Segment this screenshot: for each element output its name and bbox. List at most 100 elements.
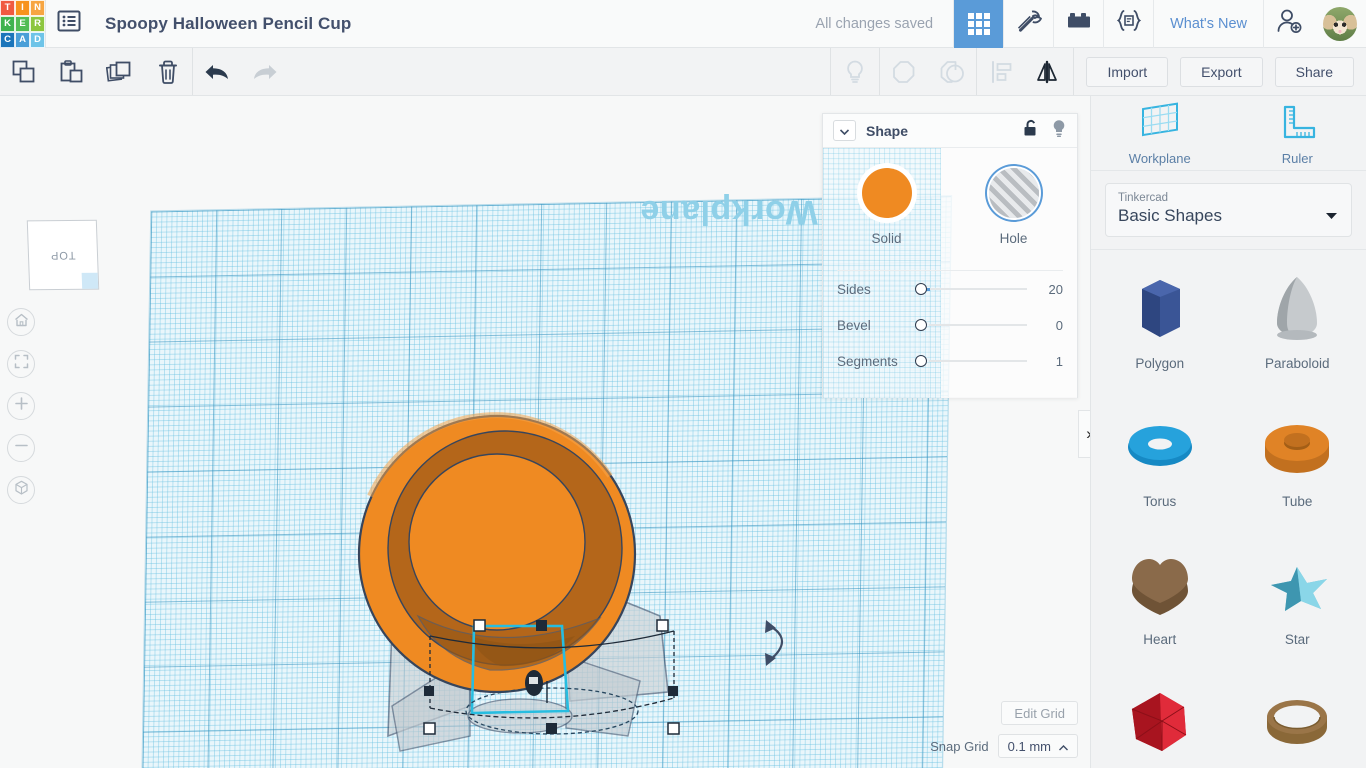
slider-knob[interactable] <box>915 319 927 331</box>
shape-inspector-panel: Shape Solid Hole Sides 20 Bevel 0 Segmen… <box>822 113 1078 398</box>
hole-swatch[interactable] <box>988 168 1039 218</box>
lightbulb-button <box>831 48 879 95</box>
delete-button[interactable] <box>144 48 192 95</box>
slider-track <box>929 324 1027 326</box>
export-button[interactable]: Export <box>1180 56 1263 87</box>
shape-torus[interactable]: Torus <box>1091 388 1229 526</box>
solid-swatch[interactable] <box>861 168 912 218</box>
tinkercad-logo[interactable]: T I N K E R C A D <box>0 0 45 48</box>
shape-tube[interactable]: Tube <box>1229 388 1366 526</box>
library-group-label: Tinkercad <box>1118 192 1169 204</box>
bevel-value[interactable]: 0 <box>1033 318 1063 333</box>
tube-thumb <box>1249 406 1345 488</box>
shape-polygon[interactable]: Polygon <box>1091 250 1229 388</box>
mode-button-3d-design[interactable] <box>953 0 1004 48</box>
whats-new-link[interactable]: What's New <box>1153 0 1263 48</box>
shape-star[interactable]: Star <box>1229 526 1366 664</box>
logo-tile: E <box>15 15 30 32</box>
shape-icosahedron[interactable]: Icosahedron <box>1091 664 1229 768</box>
view-cube-corner[interactable] <box>81 272 99 289</box>
chevron-up-icon <box>1059 739 1068 754</box>
sidebar-tools: Workplane Ruler <box>1091 96 1366 171</box>
codeblocks-icon <box>1115 9 1143 38</box>
slider-knob[interactable] <box>915 283 927 295</box>
top-bar-right: All changes saved What's New <box>795 0 1366 48</box>
shapes-sidebar: Workplane Ruler Tinkercad Basic Shapes P… <box>1090 96 1366 768</box>
shape-library-select[interactable]: Tinkercad Basic Shapes <box>1105 183 1352 237</box>
star-thumb <box>1249 544 1345 626</box>
minus-icon <box>14 438 29 458</box>
solid-mode-option[interactable]: Solid <box>823 168 950 246</box>
mode-button-codeblocks[interactable] <box>1103 0 1153 48</box>
shape-paraboloid[interactable]: Paraboloid <box>1229 250 1366 388</box>
bevel-slider[interactable] <box>915 317 1033 333</box>
shape-mode-selector: Solid Hole <box>823 148 1077 252</box>
zoom-out-button[interactable] <box>7 434 35 462</box>
ruler-tool-label: Ruler <box>1281 150 1313 166</box>
library-value: Basic Shapes <box>1118 206 1222 225</box>
fit-icon <box>14 354 29 374</box>
workplane-tool[interactable]: Workplane <box>1091 96 1229 170</box>
toolbar-divider <box>1073 48 1075 95</box>
duplicate-button[interactable] <box>96 48 144 95</box>
edit-toolbar: Import Export Share <box>0 48 1366 96</box>
fit-to-view-button[interactable] <box>7 350 35 378</box>
ring-thumb <box>1249 682 1345 764</box>
mirror-button[interactable] <box>1025 48 1073 95</box>
undo-button[interactable] <box>193 48 241 95</box>
library-select-wrap: Tinkercad Basic Shapes <box>1091 171 1366 249</box>
shape-heart-label: Heart <box>1143 631 1177 647</box>
lightbulb-icon[interactable] <box>1051 119 1067 143</box>
copy-button[interactable] <box>0 48 48 95</box>
icosahedron-thumb <box>1112 682 1208 764</box>
shape-tube-label: Tube <box>1282 493 1313 509</box>
shape-panel-header: Shape <box>823 114 1077 148</box>
invite-people-button[interactable] <box>1263 0 1313 48</box>
sides-slider[interactable] <box>915 281 1033 297</box>
brick-icon <box>1066 11 1092 36</box>
mode-button-blocks[interactable] <box>1053 0 1103 48</box>
page-title[interactable]: Spoopy Halloween Pencil Cup <box>105 14 351 34</box>
shape-heart[interactable]: Heart <box>1091 526 1229 664</box>
unlock-icon[interactable] <box>1023 119 1039 142</box>
ruler-icon <box>1249 101 1345 143</box>
hole-mode-option[interactable]: Hole <box>950 168 1077 246</box>
workplane-tool-label: Workplane <box>1128 150 1191 166</box>
share-button[interactable]: Share <box>1274 56 1354 87</box>
ruler-tool[interactable]: Ruler <box>1229 96 1366 170</box>
import-button[interactable]: Import <box>1086 56 1169 87</box>
shape-polygon-label: Polygon <box>1135 355 1185 371</box>
group-button <box>880 48 928 95</box>
solid-mode-label: Solid <box>871 231 902 246</box>
ungroup-button <box>928 48 976 95</box>
zoom-in-button[interactable] <box>7 392 35 420</box>
home-view-button[interactable] <box>7 308 35 336</box>
segments-label: Segments <box>837 353 898 369</box>
project-list-button[interactable] <box>45 0 91 48</box>
shape-panel-collapse-button[interactable] <box>833 120 856 141</box>
cube-icon <box>14 480 29 501</box>
orthographic-toggle-button[interactable] <box>7 476 35 504</box>
paste-button[interactable] <box>48 48 96 95</box>
logo-tile: D <box>30 31 45 48</box>
avatar[interactable] <box>1323 6 1357 41</box>
shape-ring[interactable]: Ring <box>1229 664 1366 768</box>
list-icon <box>57 10 81 37</box>
slider-knob[interactable] <box>915 355 927 367</box>
shape-panel-actions <box>1023 119 1067 143</box>
segments-slider[interactable] <box>915 353 1033 369</box>
logo-tile: I <box>15 0 30 16</box>
grid-controls: Edit Grid Snap Grid 0.1 mm <box>930 701 1078 758</box>
align-button <box>977 48 1025 95</box>
edit-grid-button[interactable]: Edit Grid <box>1001 701 1078 725</box>
mode-button-minecraft[interactable] <box>1003 0 1053 48</box>
shape-paraboloid-label: Paraboloid <box>1264 355 1330 371</box>
sides-value[interactable]: 20 <box>1033 282 1063 297</box>
view-cube[interactable]: TOP <box>26 219 100 291</box>
snap-grid-select[interactable]: 0.1 mm <box>997 734 1078 758</box>
paraboloid-thumb <box>1249 268 1345 350</box>
torus-thumb <box>1112 406 1208 488</box>
heart-thumb <box>1112 544 1208 626</box>
segments-value[interactable]: 1 <box>1033 354 1063 369</box>
shape-library-grid: Polygon Paraboloid Torus Tube Heart Star <box>1091 249 1366 768</box>
